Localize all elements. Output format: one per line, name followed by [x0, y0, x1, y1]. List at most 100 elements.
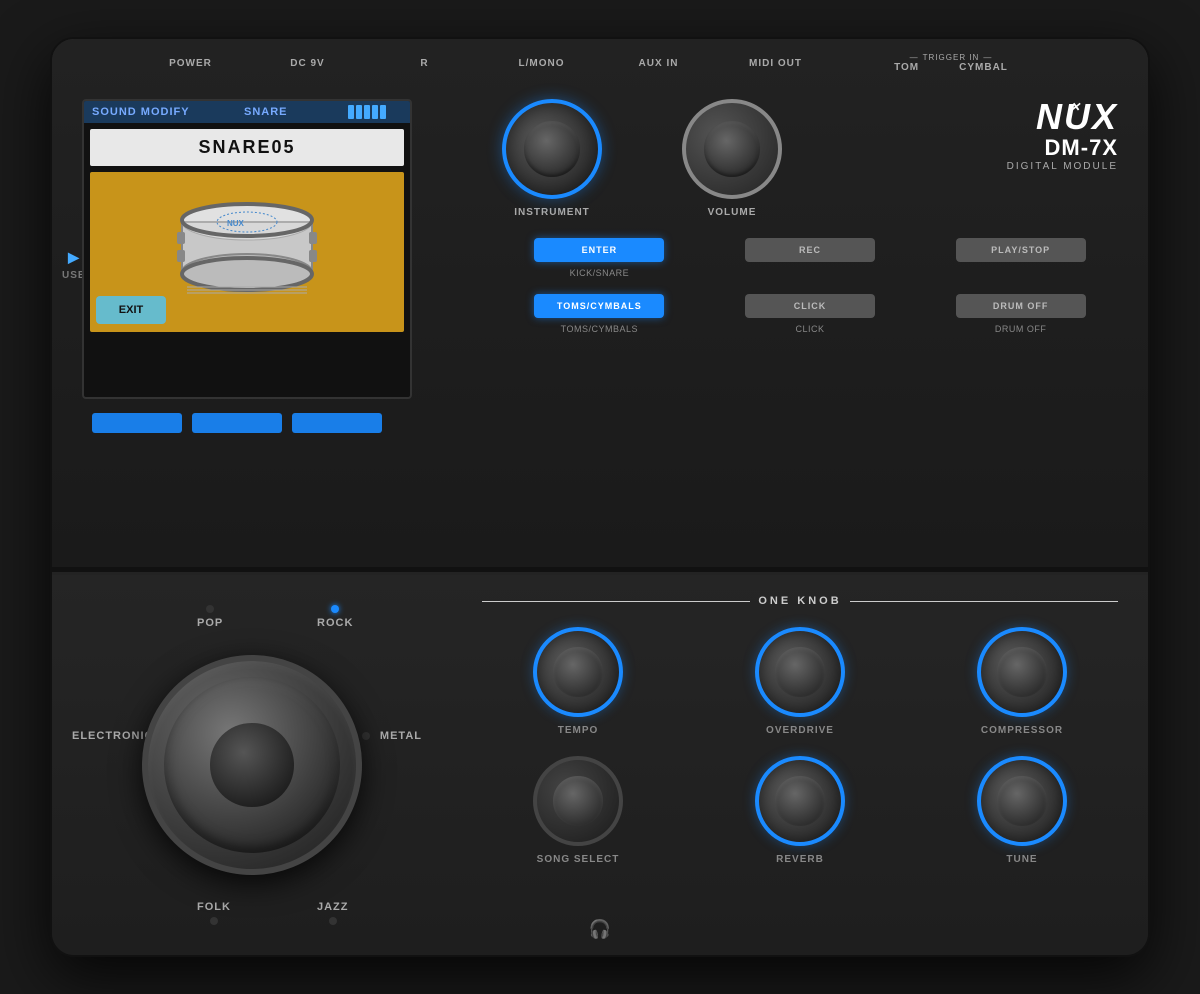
- one-knob-header: ONE KNOB: [482, 595, 1118, 607]
- bottom-section: POP ROCK ELECTRONIC METAL: [52, 575, 1148, 955]
- kit-folk-dot: [210, 917, 218, 925]
- device-subtitle: DIGITAL MODULE: [1007, 161, 1118, 172]
- rec-button[interactable]: REC: [745, 238, 875, 262]
- snare-drum-image: NUX: [167, 192, 327, 312]
- click-label: CLICK: [795, 324, 824, 334]
- kit-rock: ROCK: [317, 605, 353, 629]
- kit-select-knob[interactable]: [142, 655, 362, 875]
- trigger-in-label: TRIGGER IN: [923, 53, 980, 62]
- section-divider: [52, 569, 1148, 572]
- port-auxin: AUX IN: [600, 58, 717, 69]
- one-knob-line-right: [850, 601, 1118, 602]
- top-section: POWER DC 9V R L/MONO AUX IN MIDI OUT — T…: [52, 39, 1148, 569]
- kick-snare-label: KICK/SNARE: [570, 268, 630, 278]
- reverb-knob[interactable]: [755, 756, 845, 846]
- seg2: [356, 105, 362, 119]
- left-panel: ▶ USB SOUND MODIFY SNARE: [82, 89, 462, 547]
- overdrive-label: OVERDRIVE: [766, 725, 834, 736]
- port-power: POWER: [132, 58, 249, 69]
- song-select-group: SONG SELECT: [482, 756, 674, 865]
- port-tom: TOM: [894, 62, 919, 73]
- overdrive-group: OVERDRIVE: [704, 627, 896, 736]
- seg5: [380, 105, 386, 119]
- port-cymbal: CYMBAL: [959, 62, 1008, 73]
- drum-off-group: DRUM OFF DRUM OFF: [923, 294, 1118, 334]
- tempo-group: TEMPO: [482, 627, 674, 736]
- screen-header: SOUND MODIFY SNARE: [84, 101, 410, 123]
- port-dc9v: DC 9V: [249, 58, 366, 69]
- svg-text:NUX: NUX: [227, 219, 245, 228]
- instrument-knob-label: INSTRUMENT: [514, 207, 590, 218]
- instrument-name-box: SNARE05: [90, 129, 404, 166]
- effects-grid: TEMPO OVERDRIVE COMPRESSOR SONG SELECT: [482, 627, 1118, 865]
- port-r: R: [366, 58, 483, 69]
- seg7: [396, 105, 402, 119]
- transport-buttons-section: ENTER KICK/SNARE REC PLAY/STOP TOMS/CYMB…: [502, 238, 1118, 334]
- port-labels: POWER DC 9V R L/MONO AUX IN MIDI OUT — T…: [132, 53, 1068, 73]
- screen-bottom-buttons: [92, 413, 462, 433]
- screen-title-right: SNARE: [244, 106, 288, 118]
- enter-group: ENTER KICK/SNARE: [502, 238, 697, 278]
- exit-button[interactable]: EXIT: [96, 296, 166, 324]
- tempo-label: TEMPO: [558, 725, 599, 736]
- seg4: [372, 105, 378, 119]
- reverb-label: REVERB: [776, 854, 824, 865]
- display-screen: SOUND MODIFY SNARE SNA: [82, 99, 412, 399]
- right-panel: NU✕X DM-7X DIGITAL MODULE INSTRUMENT VOL…: [462, 89, 1118, 547]
- brand-name: NU✕X: [1007, 99, 1118, 135]
- instrument-image-area: NUX EXIT: [90, 172, 404, 332]
- compressor-knob[interactable]: [977, 627, 1067, 717]
- kit-metal-dot: [362, 732, 370, 740]
- one-knob-line-left: [482, 601, 750, 602]
- instrument-name: SNARE05: [198, 137, 295, 157]
- toms-cymbals-group: TOMS/CYMBALS TOMS/CYMBALS: [502, 294, 697, 334]
- play-stop-group: PLAY/STOP: [923, 238, 1118, 278]
- volume-knob-label: VOLUME: [708, 207, 757, 218]
- kit-pop: POP: [197, 605, 223, 629]
- effects-section: ONE KNOB TEMPO OVERDRIVE COMPRESSOR: [452, 575, 1148, 955]
- kit-jazz: JAZZ: [317, 901, 349, 925]
- volume-knob-group: VOLUME: [682, 99, 782, 218]
- song-select-knob[interactable]: [533, 756, 623, 846]
- screen-bot-btn-3[interactable]: [292, 413, 382, 433]
- screen-bot-btn-2[interactable]: [192, 413, 282, 433]
- volume-knob[interactable]: [682, 99, 782, 199]
- click-button[interactable]: CLICK: [745, 294, 875, 318]
- port-midiout: MIDI OUT: [717, 58, 834, 69]
- instrument-knob-group: INSTRUMENT: [502, 99, 602, 218]
- compressor-group: COMPRESSOR: [926, 627, 1118, 736]
- instrument-knob[interactable]: [502, 99, 602, 199]
- tune-label: TUNE: [1006, 854, 1037, 865]
- click-group: CLICK CLICK: [713, 294, 908, 334]
- kit-pop-dot: [206, 605, 214, 613]
- one-knob-label: ONE KNOB: [758, 595, 841, 607]
- toms-cymbals-button[interactable]: TOMS/CYMBALS: [534, 294, 664, 318]
- trigger-in-group: — TRIGGER IN — TOM CYMBAL: [834, 53, 1068, 73]
- kit-jazz-dot: [329, 917, 337, 925]
- kit-selector: POP ROCK ELECTRONIC METAL: [52, 575, 452, 955]
- screen-title-left: SOUND MODIFY: [92, 106, 190, 118]
- enter-button[interactable]: ENTER: [534, 238, 664, 262]
- level-indicator: [348, 105, 402, 119]
- nux-logo-area: NU✕X DM-7X DIGITAL MODULE: [1007, 99, 1118, 172]
- song-select-label: SONG SELECT: [537, 854, 620, 865]
- kit-rock-dot: [331, 605, 339, 613]
- drum-off-label: DRUM OFF: [995, 324, 1047, 334]
- seg3: [364, 105, 370, 119]
- port-lmono: L/MONO: [483, 58, 600, 69]
- seg6: [388, 105, 394, 119]
- tune-knob[interactable]: [977, 756, 1067, 846]
- kit-folk: FOLK: [197, 901, 231, 925]
- toms-cymbals-label: TOMS/CYMBALS: [561, 324, 638, 334]
- tempo-knob[interactable]: [533, 627, 623, 717]
- screen-bot-btn-1[interactable]: [92, 413, 182, 433]
- rec-group: REC: [713, 238, 908, 278]
- play-icon: ▶: [68, 249, 80, 266]
- compressor-label: COMPRESSOR: [981, 725, 1063, 736]
- play-stop-button[interactable]: PLAY/STOP: [956, 238, 1086, 262]
- overdrive-knob[interactable]: [755, 627, 845, 717]
- kit-metal: METAL: [362, 730, 422, 742]
- drum-off-button[interactable]: DRUM OFF: [956, 294, 1086, 318]
- seg1: [348, 105, 354, 119]
- model-name: DM-7X: [1007, 135, 1118, 161]
